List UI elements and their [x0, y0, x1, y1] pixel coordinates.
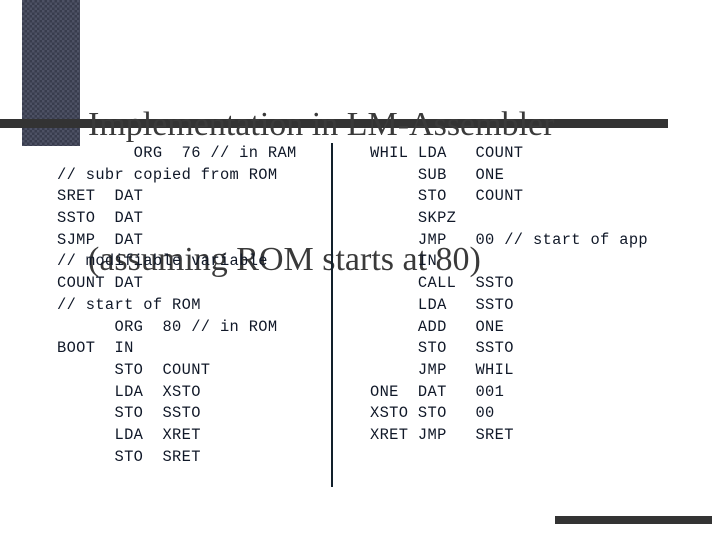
code-line-right-12: XSTO STO 00 [370, 404, 495, 423]
code-line-right-5: IN [370, 252, 438, 271]
code-line-left-14: STO SRET [57, 447, 201, 466]
slide-canvas: Implementation in LM-Assembler (assuming… [0, 0, 720, 540]
code-line-right-13: XRET JMP SRET [370, 425, 514, 444]
code-line-right-9: STO SSTO [370, 339, 514, 358]
code-line-left-7: // start of ROM [57, 295, 201, 314]
decorative-footer-bar [555, 516, 712, 524]
code-line-left-1: // subr copied from ROM [57, 165, 278, 184]
code-line-right-10: JMP WHIL [370, 360, 514, 379]
code-line-left-3: SSTO DAT [57, 209, 144, 228]
code-line-right-0: WHIL LDA COUNT [370, 144, 524, 162]
code-line-right-8: ADD ONE [370, 317, 505, 336]
code-line-right-7: LDA SSTO [370, 295, 514, 314]
code-line-left-5: // modifiable variable [57, 252, 268, 271]
code-line-left-11: LDA XSTO [57, 382, 201, 401]
code-line-right-4: JMP 00 // start of app [370, 230, 648, 249]
code-line-left-10: STO COUNT [57, 360, 211, 379]
code-line-left-13: LDA XRET [57, 425, 201, 444]
code-line-right-1: SUB ONE [370, 165, 505, 184]
code-line-right-2: STO COUNT [370, 187, 524, 206]
slide-body: ORG 76 // in RAM // subr copied from ROM S… [0, 143, 720, 503]
code-line-left-0: ORG 76 // in RAM [57, 144, 297, 162]
code-line-left-8: ORG 80 // in ROM [57, 317, 278, 336]
code-line-left-4: SJMP DAT [57, 230, 144, 249]
code-line-right-6: CALL SSTO [370, 274, 514, 293]
code-line-left-2: SRET DAT [57, 187, 144, 206]
slide-title-line-1: Implementation in LM-Assembler [88, 106, 555, 143]
code-line-left-6: COUNT DAT [57, 274, 144, 293]
code-listing-left: ORG 76 // in RAM // subr copied from ROM S… [57, 143, 327, 468]
code-line-right-11: ONE DAT 001 [370, 382, 505, 401]
code-listing-right: WHIL LDA COUNT SUB ONE STO COUNT SKPZ JM… [370, 143, 700, 447]
code-line-left-12: STO SSTO [57, 404, 201, 423]
code-line-left-9: BOOT IN [57, 339, 134, 358]
code-line-right-3: SKPZ [370, 209, 457, 228]
